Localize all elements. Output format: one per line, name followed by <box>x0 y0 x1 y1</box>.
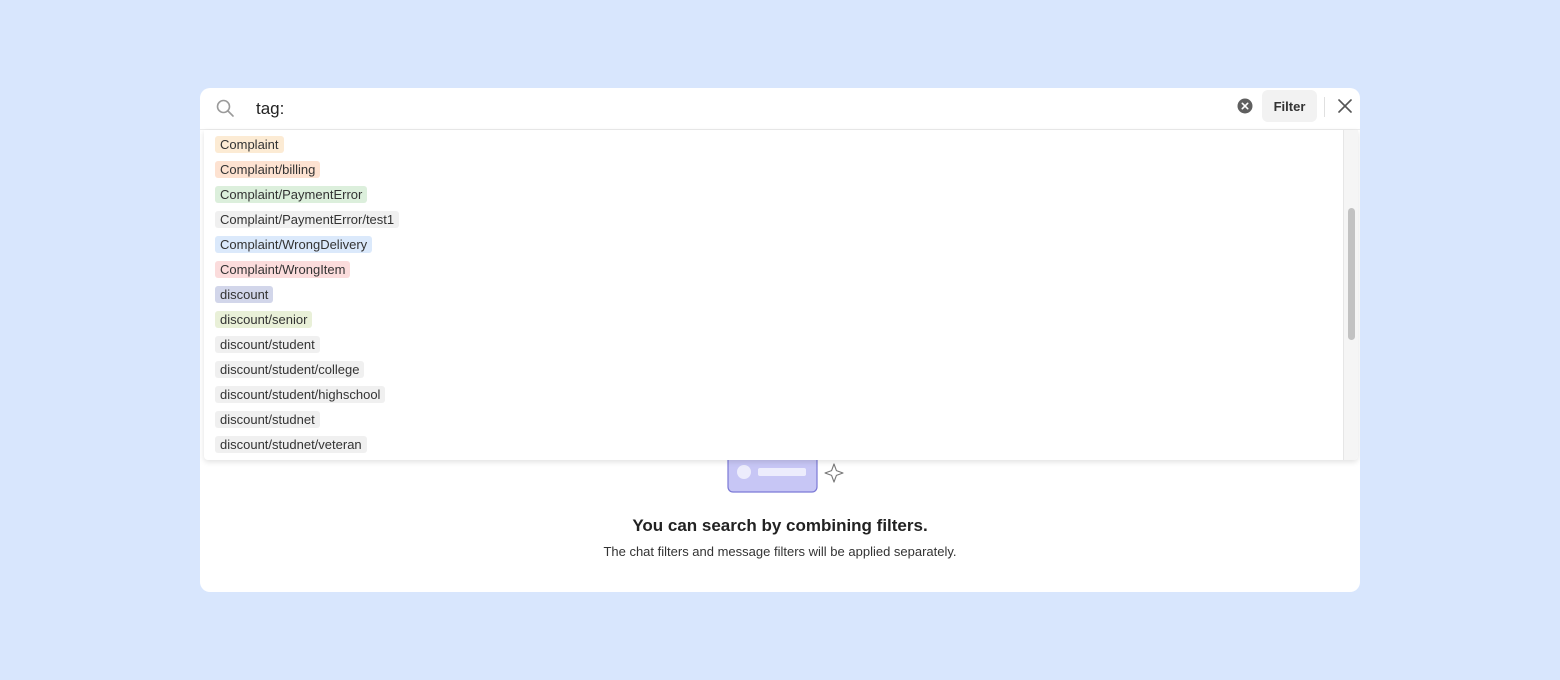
tag-option[interactable]: Complaint/billing <box>204 157 1344 182</box>
tag-chip: discount/studnet <box>215 411 320 428</box>
tag-chip: Complaint/PaymentError/test1 <box>215 211 400 228</box>
tag-chip: discount <box>215 286 274 303</box>
tag-option[interactable]: discount/studnet <box>204 407 1344 432</box>
dropdown-scrollbar[interactable] <box>1343 130 1358 460</box>
search-input[interactable] <box>256 95 1216 123</box>
tag-option[interactable]: discount/studnet/veteran <box>204 432 1344 457</box>
tag-chip: Complaint <box>215 136 284 153</box>
filter-button[interactable]: Filter <box>1262 90 1317 122</box>
tag-option[interactable]: Complaint/PaymentError <box>204 182 1344 207</box>
tag-chip: discount/senior <box>215 311 313 328</box>
scrollbar-thumb[interactable] <box>1348 208 1355 340</box>
search-bar: Filter <box>200 88 1360 130</box>
tag-option[interactable]: discount/student <box>204 332 1344 357</box>
tag-chip: discount/studnet/veteran <box>215 436 367 453</box>
tag-chip: Complaint/WrongDelivery <box>215 236 373 253</box>
tag-chip: discount/student/college <box>215 361 365 378</box>
tag-suggestion-dropdown: Complaint Complaint/billing Complaint/Paym… <box>204 130 1358 460</box>
tag-chip: Complaint/PaymentError <box>215 186 368 203</box>
close-icon[interactable] <box>1338 99 1352 113</box>
tag-option[interactable]: discount/student/highschool <box>204 382 1344 407</box>
empty-state-title: You can search by combining filters. <box>632 516 928 535</box>
empty-state-subtitle: The chat filters and message filters wil… <box>603 544 957 559</box>
search-panel: Filter ComplaintComplaint/billingComplai… <box>200 88 1360 592</box>
toolbar-divider <box>1324 97 1325 117</box>
tag-chip: Complaint/billing <box>215 161 321 178</box>
clear-circle-icon[interactable] <box>1237 98 1253 114</box>
tag-list: Complaint Complaint/billing Complaint/Paym… <box>204 132 1344 457</box>
tag-option[interactable]: Complaint/PaymentError/test1 <box>204 207 1344 232</box>
tag-option[interactable]: Complaint/WrongDelivery <box>204 232 1344 257</box>
tag-chip: discount/student/highschool <box>215 386 386 403</box>
tag-option[interactable]: discount/senior <box>204 307 1344 332</box>
tag-option[interactable]: Complaint/WrongItem <box>204 257 1344 282</box>
tag-chip: Complaint/WrongItem <box>215 261 351 278</box>
tag-option[interactable]: discount <box>204 282 1344 307</box>
tag-chip: discount/student <box>215 336 320 353</box>
tag-option[interactable]: Complaint <box>204 132 1344 157</box>
tag-option[interactable]: discount/student/college <box>204 357 1344 382</box>
search-icon <box>216 99 234 117</box>
